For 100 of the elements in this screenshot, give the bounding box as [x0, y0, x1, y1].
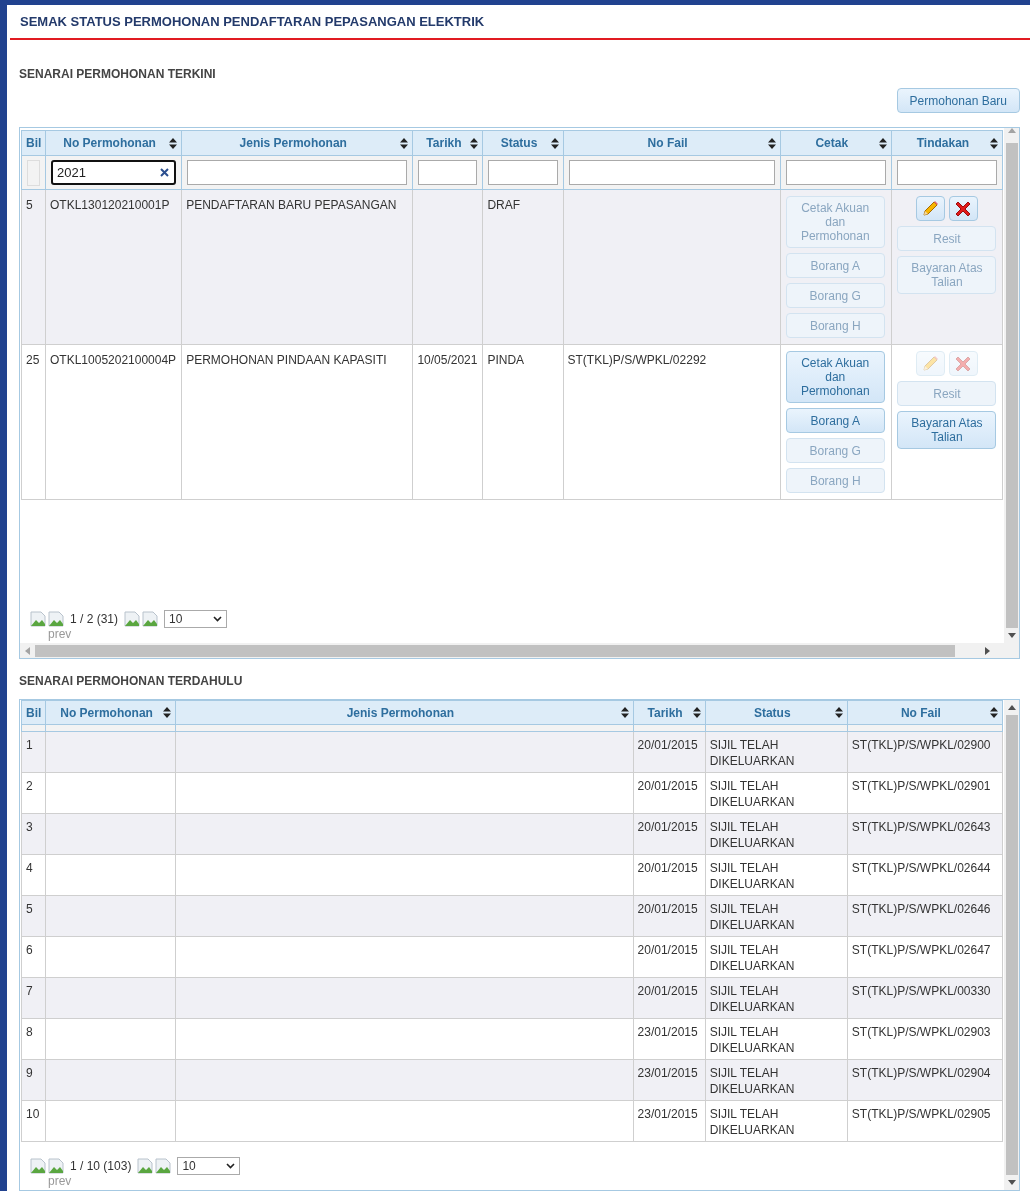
- clear-icon[interactable]: [160, 168, 170, 177]
- table-cell-text: 2: [26, 779, 33, 793]
- new-application-button[interactable]: Permohonan Baru: [896, 88, 1020, 113]
- table-cell-text: 10: [26, 1107, 40, 1121]
- edit-button[interactable]: [915, 196, 945, 221]
- table-cell-text: SIJIL TELAH DIKELUARKAN: [709, 1025, 795, 1055]
- table-cell-text: 4: [26, 861, 33, 875]
- sort-icon[interactable]: [834, 707, 843, 718]
- broken-image-icon[interactable]: [155, 1158, 172, 1174]
- table-cell-text: PERMOHONAN PINDAAN KAPASITI: [186, 353, 387, 367]
- table-cell-text: ST(TKL)P/S/WPKL/02905: [851, 1107, 991, 1121]
- section-heading: SENARAI PERMOHONAN TERKINI: [19, 66, 217, 83]
- broken-image-icon[interactable]: [142, 611, 159, 627]
- table-cell-text: SIJIL TELAH DIKELUARKAN: [709, 820, 795, 850]
- table-cell-text: 20/01/2015: [637, 984, 698, 998]
- table-cell-text: 20/01/2015: [637, 902, 698, 916]
- broken-image-icon[interactable]: [30, 1158, 46, 1174]
- sort-icon[interactable]: [990, 137, 998, 149]
- table-cell-text: 23/01/2015: [637, 1066, 698, 1080]
- scrollbar-thumb[interactable]: [1005, 143, 1018, 628]
- table-cell-text: 20/01/2015: [637, 738, 698, 752]
- broken-image-icon[interactable]: [48, 611, 64, 627]
- print-button[interactable]: Cetak Akuan dan Permohonan: [785, 351, 885, 403]
- table-cell-text: SIJIL TELAH DIKELUARKAN: [709, 984, 795, 1014]
- scrollbar-thumb[interactable]: [35, 644, 955, 657]
- table-cell-text: SIJIL TELAH DIKELUARKAN: [709, 943, 795, 973]
- filter-field[interactable]: [896, 160, 997, 185]
- table-cell-text: PINDA: [487, 353, 525, 367]
- table-cell-text: ST(TKL)P/S/WPKL/02900: [851, 738, 991, 752]
- column-header[interactable]: Status: [705, 700, 848, 725]
- table-cell-text: 20/01/2015: [637, 861, 698, 875]
- scrollbar-thumb[interactable]: [1005, 715, 1018, 1175]
- sort-icon[interactable]: [692, 707, 701, 718]
- sort-icon[interactable]: [470, 137, 479, 149]
- delete-button[interactable]: [948, 196, 978, 221]
- column-header[interactable]: No Permohonan: [45, 130, 182, 156]
- sort-icon[interactable]: [878, 137, 887, 149]
- broken-image-icon[interactable]: [124, 611, 141, 627]
- table-cell-text: ST(TKL)P/S/WPKL/02292: [567, 353, 707, 367]
- column-header[interactable]: Jenis Permohonan: [181, 130, 413, 156]
- table-cell-text: SIJIL TELAH DIKELUARKAN: [709, 1066, 795, 1096]
- column-header[interactable]: No Fail: [563, 130, 781, 156]
- table-cell-text: ST(TKL)P/S/WPKL/02646: [851, 902, 991, 916]
- action-button[interactable]: Bayaran Atas Talian: [897, 411, 997, 449]
- table-cell-text: SIJIL TELAH DIKELUARKAN: [709, 779, 795, 809]
- table-cell-text: 1: [26, 738, 33, 752]
- broken-image-icon[interactable]: [137, 1158, 154, 1174]
- column-header[interactable]: Jenis Permohonan: [175, 700, 634, 725]
- table-cell-text: ST(TKL)P/S/WPKL/00330: [851, 984, 991, 998]
- scroll-up-arrow-icon[interactable]: [1007, 705, 1016, 710]
- table-cell-text: 20/01/2015: [637, 779, 698, 793]
- scroll-down-arrow-icon[interactable]: [1007, 633, 1016, 638]
- print-button[interactable]: Borang A: [785, 408, 885, 433]
- table-cell-text: SIJIL TELAH DIKELUARKAN: [709, 902, 795, 932]
- filter-field[interactable]: [488, 160, 558, 185]
- column-header[interactable]: Cetak: [780, 130, 892, 156]
- column-header[interactable]: Tarikh: [412, 130, 483, 156]
- column-header[interactable]: Tarikh: [633, 700, 706, 725]
- vertical-scrollbar[interactable]: [1004, 700, 1019, 1190]
- scroll-down-arrow-icon[interactable]: [1007, 1180, 1016, 1185]
- page-info: 1 / 10 (103): [70, 1158, 132, 1175]
- section-heading: SENARAI PERMOHONAN TERDAHULU: [19, 673, 244, 690]
- column-header[interactable]: Tindakan: [891, 130, 1003, 156]
- page-size-select[interactable]: 10: [164, 610, 228, 628]
- image-alt-text: prev: [48, 1175, 73, 1187]
- table-cell-text: ST(TKL)P/S/WPKL/02644: [851, 861, 991, 875]
- table-cell-text: OTKL1005202100004P: [50, 353, 177, 367]
- table-cell-text: SIJIL TELAH DIKELUARKAN: [709, 861, 795, 891]
- sort-icon[interactable]: [163, 707, 172, 718]
- column-header[interactable]: No Fail: [847, 700, 1003, 725]
- sort-icon[interactable]: [550, 137, 559, 149]
- chevron-down-icon: [226, 1163, 236, 1169]
- table-cell-text: 20/01/2015: [637, 820, 698, 834]
- broken-image-icon[interactable]: [48, 1158, 64, 1174]
- table-cell-text: 7: [26, 984, 33, 998]
- table-cell-text: SIJIL TELAH DIKELUARKAN: [709, 738, 795, 768]
- table-cell-text: ST(TKL)P/S/WPKL/02901: [851, 779, 991, 793]
- sort-icon[interactable]: [169, 137, 178, 149]
- filter-field[interactable]: [187, 160, 408, 185]
- vertical-scrollbar[interactable]: [1004, 128, 1019, 643]
- filter-field[interactable]: 2021: [51, 160, 177, 185]
- filter-field[interactable]: [785, 160, 886, 185]
- scroll-right-arrow-icon[interactable]: [984, 646, 990, 655]
- broken-image-icon[interactable]: [30, 611, 46, 627]
- filter-field[interactable]: [568, 160, 775, 185]
- page-size-select[interactable]: 10: [177, 1157, 241, 1175]
- sort-icon[interactable]: [990, 707, 998, 718]
- chevron-down-icon: [213, 616, 223, 622]
- sort-icon[interactable]: [767, 137, 776, 149]
- sort-icon[interactable]: [620, 707, 629, 718]
- filter-field[interactable]: [418, 160, 478, 185]
- column-header[interactable]: No Permohonan: [45, 700, 176, 725]
- sort-icon[interactable]: [400, 137, 409, 149]
- scroll-left-arrow-icon[interactable]: [25, 646, 30, 655]
- table-cell-text: ST(TKL)P/S/WPKL/02643: [851, 820, 991, 834]
- horizontal-scrollbar[interactable]: [20, 643, 1019, 658]
- column-header: Bil: [21, 130, 46, 156]
- pencil-icon: [920, 198, 941, 219]
- table-cell-text: 5: [26, 198, 33, 212]
- column-header[interactable]: Status: [482, 130, 563, 156]
